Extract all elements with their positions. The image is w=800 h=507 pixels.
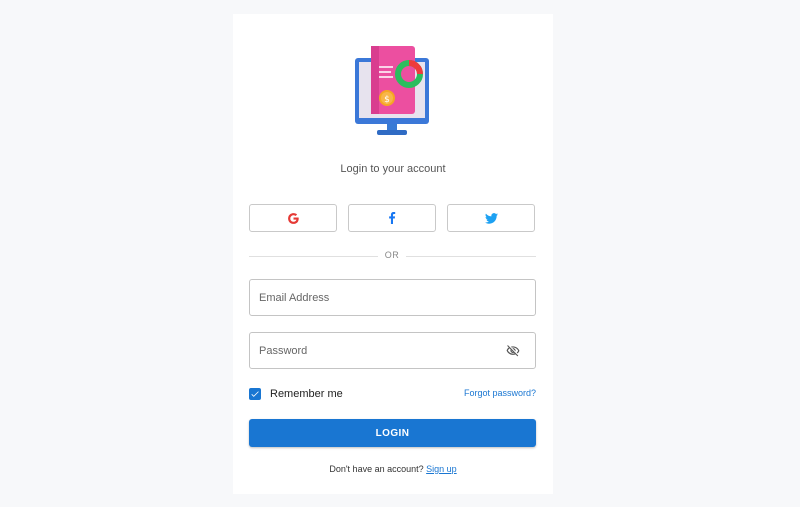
social-login-row xyxy=(249,204,536,234)
svg-text:$: $ xyxy=(384,95,390,105)
remember-me-checkbox[interactable]: Remember me xyxy=(249,387,343,401)
or-divider: OR xyxy=(249,250,536,262)
facebook-icon xyxy=(389,212,396,224)
remember-me-label: Remember me xyxy=(270,388,343,400)
forgot-password-link[interactable]: Forgot password? xyxy=(464,388,536,398)
email-field-container xyxy=(249,279,536,316)
password-field-container xyxy=(249,332,536,369)
monitor-invoice-icon: $ xyxy=(355,46,429,135)
checkbox-checked-icon[interactable] xyxy=(249,388,261,400)
login-card: $ Login to your account OR Email Address… xyxy=(233,14,553,494)
signup-prompt: Don't have an account? Sign up xyxy=(233,464,553,474)
signup-link[interactable]: Sign up xyxy=(426,464,457,474)
twitter-icon xyxy=(484,212,498,224)
divider-line-right xyxy=(406,256,536,257)
google-login-button[interactable] xyxy=(249,204,337,232)
signup-prompt-text: Don't have an account? xyxy=(329,464,424,474)
google-icon xyxy=(287,212,299,224)
twitter-login-button[interactable] xyxy=(447,204,535,232)
divider-label: OR xyxy=(384,250,400,260)
facebook-login-button[interactable] xyxy=(348,204,436,232)
divider-line-left xyxy=(249,256,378,257)
checkmark-icon xyxy=(251,391,259,397)
login-button[interactable]: LOGIN xyxy=(249,419,536,447)
page-subtitle: Login to your account xyxy=(340,163,446,175)
email-field[interactable] xyxy=(259,280,499,315)
password-field[interactable] xyxy=(259,333,499,368)
eye-off-icon[interactable] xyxy=(505,344,521,358)
